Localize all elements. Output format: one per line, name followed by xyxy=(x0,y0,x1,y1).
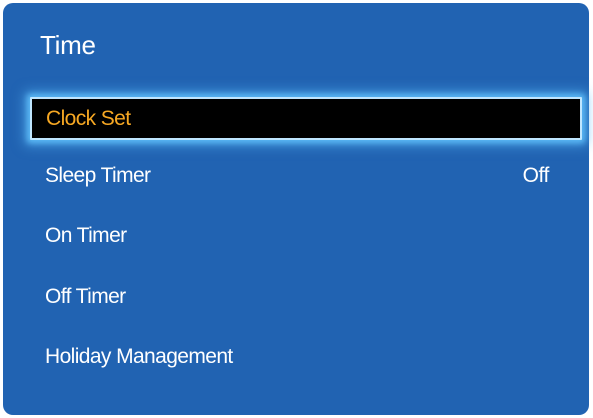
menu-item-label: Holiday Management xyxy=(45,345,233,368)
menu-item-label: On Timer xyxy=(45,224,127,247)
time-menu-list: Clock Set Sleep Timer Off On Timer Off T… xyxy=(3,3,589,415)
menu-item-label: Sleep Timer xyxy=(45,164,151,187)
menu-item-off-timer[interactable]: Off Timer xyxy=(45,277,549,317)
menu-item-holiday-management[interactable]: Holiday Management xyxy=(45,337,549,377)
menu-item-sleep-timer[interactable]: Sleep Timer Off xyxy=(45,156,549,196)
menu-item-label: Off Timer xyxy=(45,285,126,308)
menu-item-on-timer[interactable]: On Timer xyxy=(45,216,549,256)
sleep-timer-value: Off xyxy=(522,164,550,187)
menu-item-clock-set[interactable]: Clock Set xyxy=(30,97,582,140)
time-menu-panel: Time Clock Set Sleep Timer Off On Timer … xyxy=(3,3,589,415)
menu-item-label: Clock Set xyxy=(46,106,131,130)
